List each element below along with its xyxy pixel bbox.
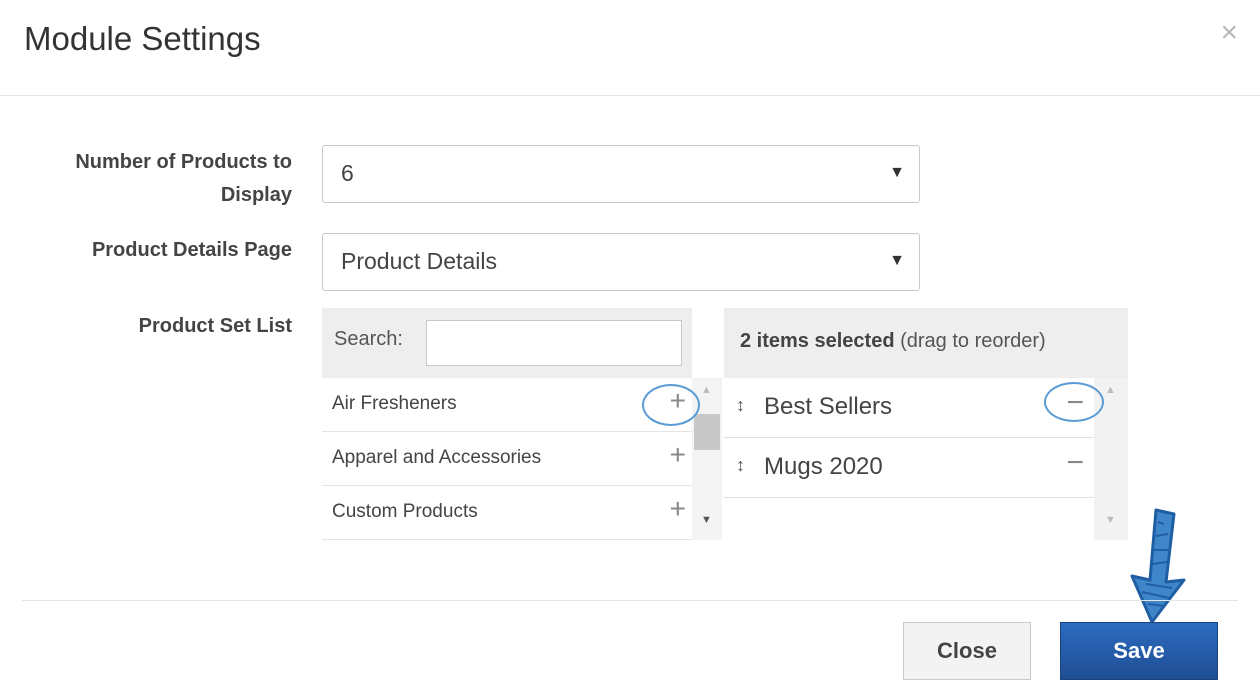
details-page-select[interactable]: Product Details ▼ — [322, 233, 920, 291]
num-products-label: Number of Products to Display — [12, 146, 292, 212]
add-icon[interactable]: + — [670, 494, 686, 524]
search-label: Search: — [334, 328, 403, 350]
selected-item[interactable]: ↕ Best Sellers − — [724, 378, 1094, 438]
scrollbar-thumb[interactable] — [694, 414, 720, 450]
close-button[interactable]: Close — [903, 622, 1031, 680]
modal-title: Module Settings — [24, 20, 261, 57]
modal-header: Module Settings × — [0, 0, 1260, 96]
scroll-down-icon[interactable]: ▼ — [701, 514, 712, 526]
available-list-header: Search: — [322, 308, 692, 379]
num-products-label-line1: Number of Products to — [75, 151, 292, 173]
selected-count-text: 2 items selected (drag to reorder) — [740, 330, 1046, 353]
scroll-up-icon[interactable]: ▲ — [1105, 384, 1116, 396]
remove-icon[interactable]: − — [1066, 448, 1084, 478]
list-item: Air Fresheners + — [322, 378, 692, 432]
close-icon[interactable]: × — [1220, 18, 1238, 48]
selected-item-label: Mugs 2020 — [764, 453, 883, 480]
selected-list-header: 2 items selected (drag to reorder) — [724, 308, 1128, 379]
selected-item-label: Best Sellers — [764, 393, 893, 420]
details-page-label: Product Details Page — [91, 239, 292, 261]
annotation-circle — [1044, 382, 1104, 422]
list-item-label: Apparel and Accessories — [332, 447, 542, 468]
num-products-value: 6 — [341, 160, 354, 186]
scroll-up-icon[interactable]: ▲ — [701, 384, 712, 396]
list-item-label: Custom Products — [332, 501, 478, 522]
add-icon[interactable]: + — [670, 440, 686, 470]
chevron-down-icon: ▼ — [889, 252, 905, 269]
selected-list-panel: 2 items selected (drag to reorder) ↕ Bes… — [724, 308, 1128, 540]
list-item: Apparel and Accessories + — [322, 432, 692, 486]
product-set-label: Product Set List — [138, 315, 292, 337]
list-item-label: Air Fresheners — [332, 393, 457, 414]
list-item: Custom Products + — [322, 486, 692, 540]
reorder-hint: (drag to reorder) — [900, 330, 1046, 352]
save-button[interactable]: Save — [1060, 622, 1218, 680]
drag-handle-icon[interactable]: ↕ — [736, 395, 745, 416]
footer-divider — [22, 600, 1238, 601]
drag-handle-icon[interactable]: ↕ — [736, 455, 745, 476]
selected-item[interactable]: ↕ Mugs 2020 − — [724, 438, 1094, 498]
annotation-circle — [642, 384, 700, 426]
available-list-panel: Search: Air Fresheners + Apparel and Acc… — [322, 308, 692, 540]
selected-count: 2 items selected — [740, 330, 895, 352]
num-products-select[interactable]: 6 ▼ — [322, 145, 920, 203]
num-products-label-line2: Display — [220, 184, 292, 206]
chevron-down-icon: ▼ — [889, 164, 905, 181]
search-input[interactable] — [426, 320, 682, 366]
details-page-value: Product Details — [341, 248, 497, 274]
annotation-arrow-icon — [1130, 508, 1186, 624]
